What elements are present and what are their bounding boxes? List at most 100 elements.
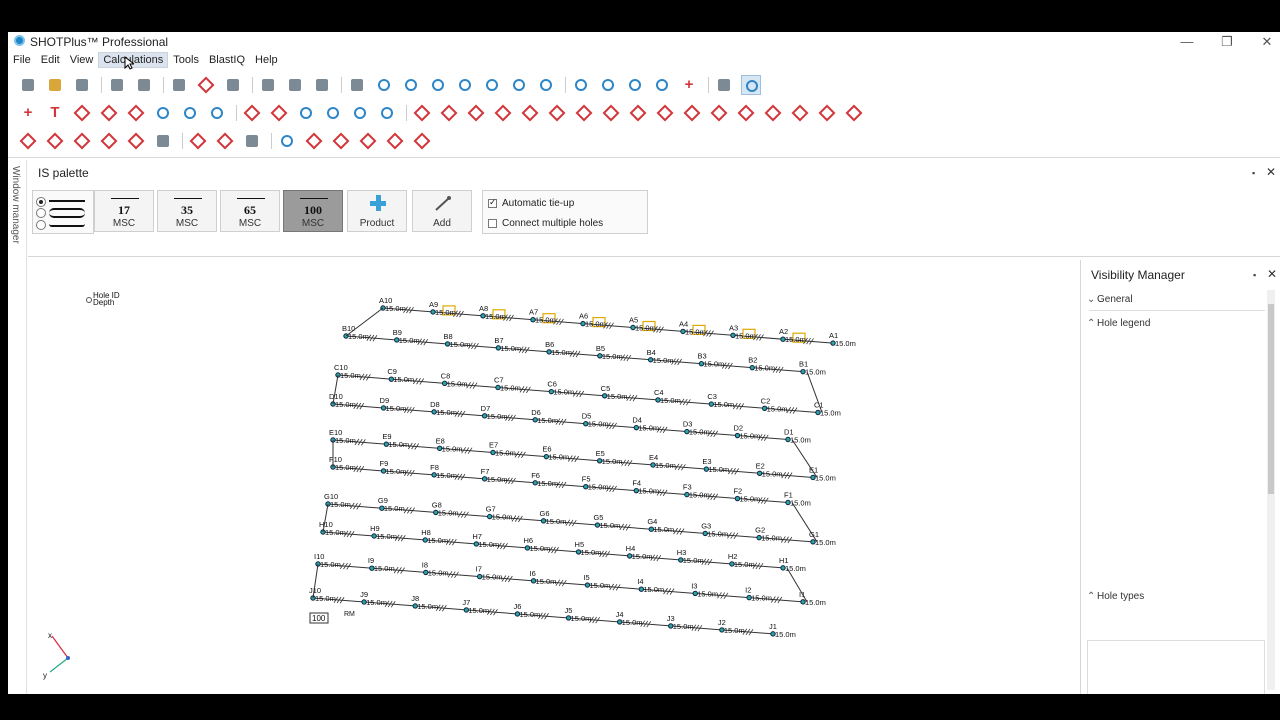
delay-65-button[interactable]: 65 MSC [220,190,280,232]
tool-g-button[interactable] [574,103,594,123]
pan-button[interactable] [536,75,556,95]
delay-17-button[interactable]: 17 MSC [94,190,154,232]
delete-button[interactable] [169,75,189,95]
time-e-button[interactable] [412,131,432,151]
triangle-button[interactable] [126,103,146,123]
rotate-button[interactable] [482,75,502,95]
connect-multiple-holes-checkbox[interactable] [488,219,497,228]
wire-b-button[interactable] [215,131,235,151]
copy-button[interactable] [285,75,305,95]
connector-radio-straight[interactable] [36,197,46,207]
zoom-extents-button[interactable] [374,75,394,95]
line-button[interactable] [72,103,92,123]
menu-help[interactable]: Help [250,52,283,68]
tool-j-button[interactable] [655,103,675,123]
time-d-button[interactable] [385,131,405,151]
layers-button[interactable] [652,75,672,95]
save-button[interactable] [72,75,92,95]
pin-icon[interactable]: ▪ [1253,270,1256,280]
new-button[interactable] [18,75,38,95]
sum-button[interactable] [350,103,370,123]
print-button[interactable] [107,75,127,95]
tool-h-button[interactable] [601,103,621,123]
view-layers-button[interactable] [625,75,645,95]
delay-100-button[interactable]: 100 MSC [283,190,343,232]
zoom-out-button[interactable] [428,75,448,95]
visibility-manager-close-icon[interactable]: ✕ [1267,267,1277,281]
zoom-in-button[interactable] [401,75,421,95]
window-manager-tab[interactable]: Window manager [8,160,27,694]
automatic-tieup-checkbox[interactable] [488,197,497,208]
connector-radio-curved[interactable] [36,208,46,218]
menu-blastiq[interactable]: BlastIQ [204,52,250,68]
ruler-button[interactable] [18,131,38,151]
table-button[interactable] [242,131,262,151]
calculator-button[interactable] [153,131,173,151]
restore-button[interactable]: ❐ [1216,34,1238,50]
tool-o-button[interactable] [790,103,810,123]
delay-35-button[interactable]: 35 MSC [157,190,217,232]
tool-d-button[interactable] [493,103,513,123]
lock-button[interactable] [714,75,734,95]
print-preview-button[interactable] [134,75,154,95]
scrollbar-thumb[interactable] [1268,304,1274,494]
visibility-scrollbar[interactable] [1267,290,1275,690]
text-button[interactable]: T [45,103,65,123]
paste-button[interactable] [312,75,332,95]
select-button[interactable] [347,75,367,95]
extend-button[interactable] [296,103,316,123]
view-3d-button[interactable] [571,75,591,95]
tool-c-button[interactable] [466,103,486,123]
close-button[interactable]: ✕ [1256,34,1278,50]
snap-grid-button[interactable] [741,75,761,95]
undo-button[interactable] [196,75,216,95]
menu-tools[interactable]: Tools [168,52,204,68]
survey-button[interactable] [377,103,397,123]
time-a-button[interactable] [304,131,324,151]
connector-radio-hook[interactable] [36,220,46,230]
view-plan-button[interactable] [598,75,618,95]
row-connector[interactable] [791,502,818,543]
polygon-button[interactable] [99,103,119,123]
is-palette-close-icon[interactable]: ✕ [1266,165,1276,179]
warning-button[interactable] [45,131,65,151]
menu-file[interactable]: File [8,52,36,68]
tool-q-button[interactable] [844,103,864,123]
row-connector[interactable] [791,439,818,478]
wire-a-button[interactable] [188,131,208,151]
tool-b-button[interactable] [439,103,459,123]
time-b-button[interactable] [331,131,351,151]
pin-icon[interactable]: ▪ [1252,168,1255,178]
tie-line-button[interactable] [269,103,289,123]
section-general[interactable]: ⌄ General [1087,294,1133,305]
cut-button[interactable] [258,75,278,95]
chart-button[interactable] [126,131,146,151]
add-button[interactable]: + [18,103,38,123]
home-button[interactable] [277,131,297,151]
tool-a-button[interactable] [412,103,432,123]
hatch-button[interactable] [72,131,92,151]
area-button[interactable] [180,103,200,123]
tool-f-button[interactable] [547,103,567,123]
text-style-button[interactable]: + [679,75,699,95]
tool-p-button[interactable] [817,103,837,123]
tool-n-button[interactable] [763,103,783,123]
target-button[interactable] [207,103,227,123]
redo-button[interactable] [223,75,243,95]
section-hole-legend[interactable]: ⌃ Hole legend [1087,318,1150,329]
open-button[interactable] [45,75,65,95]
zoom-window-button[interactable] [455,75,475,95]
minimize-button[interactable]: — [1176,34,1198,50]
zoom-box-button[interactable] [509,75,529,95]
row-connector[interactable] [786,567,808,603]
menu-edit[interactable]: Edit [36,52,65,68]
add-button[interactable]: Add [412,190,472,232]
tool-e-button[interactable] [520,103,540,123]
blast-plan-drawing[interactable]: Hole IDDepth A1015.0m A915.0m A815.0m A715.0… [28,258,1078,694]
product-button[interactable]: Product [347,190,407,232]
number-button[interactable] [323,103,343,123]
tool-i-button[interactable] [628,103,648,123]
tool-m-button[interactable] [736,103,756,123]
tool-l-button[interactable] [709,103,729,123]
tool-k-button[interactable] [682,103,702,123]
